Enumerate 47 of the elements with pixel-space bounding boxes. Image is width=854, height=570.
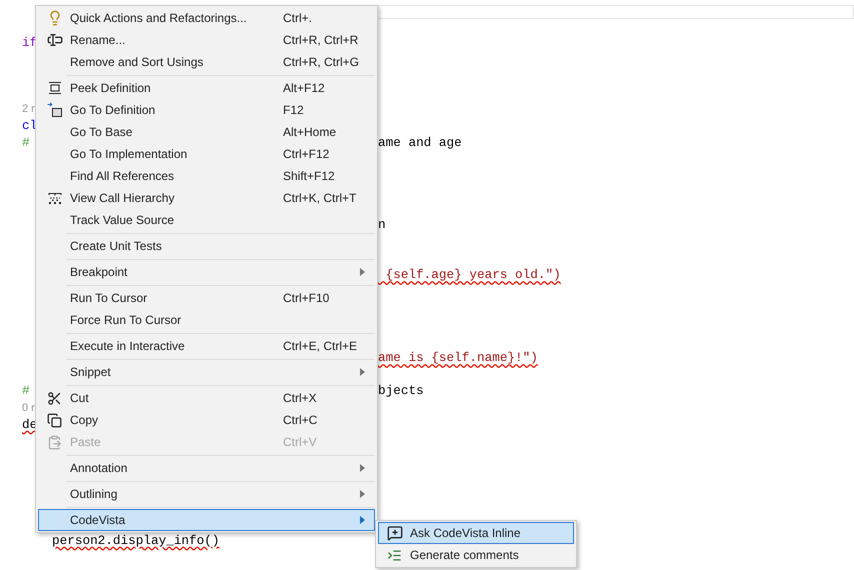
code-text: # bbox=[22, 136, 30, 150]
menu-item[interactable]: Execute in Interactive Ctrl+E, Ctrl+E bbox=[38, 335, 375, 357]
menu-item[interactable]: Find All References Shift+F12 bbox=[38, 165, 375, 187]
menu-item[interactable]: Snippet bbox=[38, 361, 375, 383]
menu-item[interactable]: Run To Cursor Ctrl+F10 bbox=[38, 287, 375, 309]
code-text: {self.age} years old.") bbox=[384, 269, 561, 282]
code-text: # bbox=[22, 385, 30, 398]
scissors-icon bbox=[47, 390, 62, 406]
menu-item[interactable]: Track Value Source bbox=[38, 209, 375, 231]
comment-add-icon bbox=[386, 525, 402, 541]
submenu-arrow-icon bbox=[360, 368, 365, 376]
peek-definition-icon bbox=[48, 81, 62, 95]
menu-item[interactable]: Go To Definition F12 bbox=[38, 99, 375, 121]
code-text: ame is {self.name}!") bbox=[378, 352, 538, 365]
call-hierarchy-icon bbox=[46, 191, 62, 205]
menu-item[interactable]: Go To Implementation Ctrl+F12 bbox=[38, 143, 375, 165]
menu-item[interactable]: CodeVista bbox=[38, 509, 375, 531]
paste-icon bbox=[47, 434, 62, 450]
menu-item[interactable]: Cut Ctrl+X bbox=[38, 387, 375, 409]
menu-item[interactable]: Rename... Ctrl+R, Ctrl+R bbox=[38, 29, 375, 51]
menu-item[interactable]: Outlining bbox=[38, 483, 375, 505]
code-text: ame and age bbox=[378, 136, 462, 150]
code-text: bjects bbox=[378, 385, 424, 398]
code-text: 2 r bbox=[22, 104, 35, 116]
rename-icon bbox=[46, 32, 62, 48]
menu-item[interactable]: Copy Ctrl+C bbox=[38, 409, 375, 431]
menu-item[interactable]: Go To Base Alt+Home bbox=[38, 121, 375, 143]
menu-item[interactable]: Annotation bbox=[38, 457, 375, 479]
menu-item[interactable]: Ask CodeVista Inline bbox=[378, 522, 574, 544]
code-text: 0 r bbox=[22, 402, 35, 414]
submenu-arrow-icon bbox=[360, 516, 365, 524]
menu-item[interactable]: Generate comments bbox=[378, 544, 574, 566]
menu-item[interactable]: Peek Definition Alt+F12 bbox=[38, 77, 375, 99]
menu-item[interactable]: View Call Hierarchy Ctrl+K, Ctrl+T bbox=[38, 187, 375, 209]
code-text: person2.display_info() bbox=[51, 534, 220, 548]
go-to-definition-icon bbox=[46, 102, 62, 118]
submenu-arrow-icon bbox=[360, 268, 365, 276]
submenu-arrow-icon bbox=[360, 464, 365, 472]
code-text: n bbox=[378, 219, 386, 232]
menu-item[interactable]: Breakpoint bbox=[38, 261, 375, 283]
list-icon bbox=[387, 548, 402, 562]
menu-item[interactable]: Create Unit Tests bbox=[38, 235, 375, 257]
menu-item[interactable]: Quick Actions and Refactorings... Ctrl+. bbox=[38, 7, 375, 29]
copy-icon bbox=[47, 412, 62, 428]
menu-item[interactable]: Force Run To Cursor bbox=[38, 309, 375, 331]
menu-item[interactable]: Remove and Sort Usings Ctrl+R, Ctrl+G bbox=[38, 51, 375, 73]
submenu-arrow-icon bbox=[360, 490, 365, 498]
